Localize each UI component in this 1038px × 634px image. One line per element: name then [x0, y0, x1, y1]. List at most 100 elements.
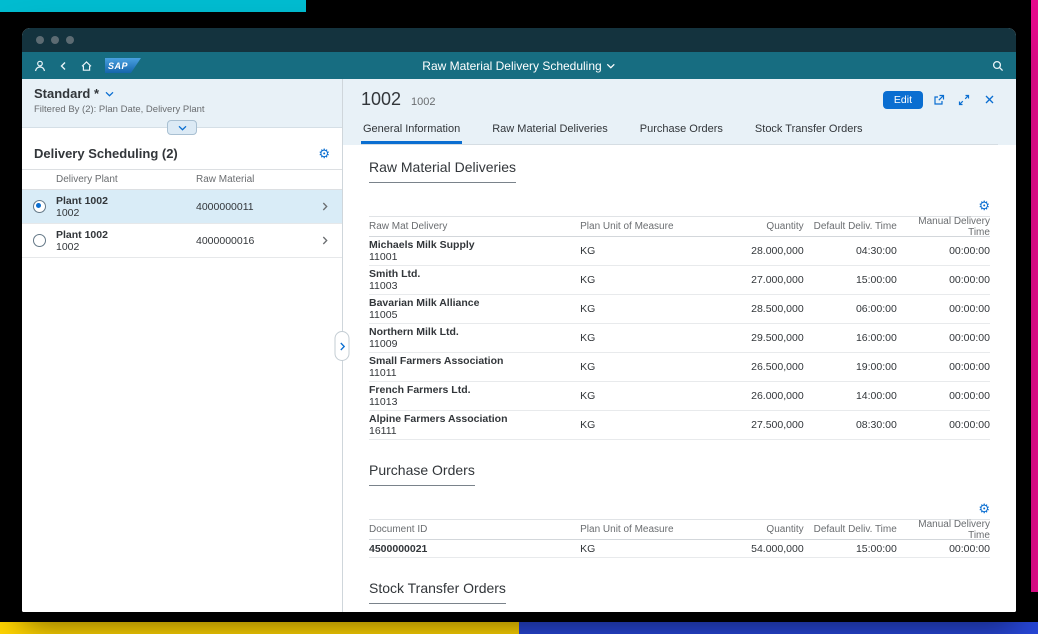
quantity-cell: 29.500,000	[711, 332, 804, 344]
table-row[interactable]: 4500000021 KG 54.000,000 15:00:00 00:00:…	[369, 540, 990, 558]
edit-button[interactable]: Edit	[883, 91, 923, 109]
tab-general-information[interactable]: General Information	[361, 118, 462, 144]
filter-bar-expand-button[interactable]	[167, 120, 197, 135]
back-icon[interactable]	[58, 60, 68, 72]
default-time-cell: 16:00:00	[804, 332, 897, 344]
radio-selected[interactable]	[33, 200, 46, 213]
variant-selector[interactable]: Standard *	[34, 86, 330, 101]
plant-cell: Plant 1002 1002	[56, 229, 196, 253]
master-list-panel: Standard * Filtered By (2): Plan Date, D…	[22, 79, 343, 612]
table-row[interactable]: Smith Ltd.11003 KG 27.000,000 15:00:00 0…	[369, 266, 990, 295]
delivery-cell: French Farmers Ltd.11013	[369, 382, 580, 410]
section-stock-transfer-orders: Stock Transfer Orders ⚙ Document ID Plan…	[369, 580, 990, 612]
user-profile-icon[interactable]	[34, 60, 46, 72]
quantity-cell: 28.000,000	[711, 245, 804, 257]
tab-raw-material-deliveries[interactable]: Raw Material Deliveries	[490, 118, 610, 144]
table-settings-icon[interactable]: ⚙	[978, 502, 990, 515]
supplier-name: Michaels Milk Supply	[369, 239, 580, 251]
chevron-right-icon[interactable]	[314, 236, 336, 245]
variant-title: Standard *	[34, 86, 99, 101]
window-minimize-button[interactable]	[51, 36, 59, 44]
table-row[interactable]: Alpine Farmers Association16111 KG 27.50…	[369, 411, 990, 440]
default-time-cell: 08:30:00	[804, 419, 897, 431]
detail-panel: 1002 1002 Edit	[343, 79, 1016, 612]
radio-unselected[interactable]	[33, 234, 46, 247]
column-header: Plan Unit of Measure	[580, 221, 710, 232]
radio-cell	[22, 234, 56, 247]
table-header-row: Delivery Plant Raw Material	[22, 169, 342, 190]
shell-right-actions	[992, 60, 1004, 72]
column-header: Default Deliv. Time	[804, 524, 897, 535]
quantity-cell: 26.500,000	[711, 361, 804, 373]
tab-stock-transfer-orders[interactable]: Stock Transfer Orders	[753, 118, 865, 144]
fullscreen-icon[interactable]	[955, 91, 973, 109]
supplier-name: Northern Milk Ltd.	[369, 326, 580, 338]
column-header: Manual Delivery Time	[897, 216, 990, 238]
quantity-cell: 28.500,000	[711, 303, 804, 315]
table-settings-icon[interactable]: ⚙	[978, 199, 990, 212]
table-settings-icon[interactable]: ⚙	[318, 147, 330, 160]
delivery-scheduling-table: Delivery Plant Raw Material Plant 1002 1…	[22, 169, 342, 258]
manual-time-cell: 00:00:00	[897, 274, 990, 286]
default-time-cell: 14:00:00	[804, 390, 897, 402]
column-header: Quantity	[711, 524, 804, 535]
raw-material-deliveries-table: Raw Mat Delivery Plan Unit of Measure Qu…	[369, 216, 990, 440]
section-title: Raw Material Deliveries	[369, 159, 516, 183]
uom-cell: KG	[580, 245, 710, 257]
uom-cell: KG	[580, 390, 710, 402]
variant-header: Standard * Filtered By (2): Plan Date, D…	[22, 79, 342, 128]
sap-logo: SAP	[105, 58, 141, 73]
table-row[interactable]: Plant 1002 1002 4000000011	[22, 190, 342, 224]
main-content: Standard * Filtered By (2): Plan Date, D…	[22, 79, 1016, 612]
master-list-body: Delivery Scheduling (2) ⚙ Delivery Plant…	[22, 128, 342, 612]
filtered-by-text: Filtered By (2): Plan Date, Delivery Pla…	[34, 104, 330, 115]
panel-expand-handle[interactable]	[335, 331, 350, 361]
desktop-strip-magenta	[1031, 0, 1038, 592]
object-page-header: 1002 1002 Edit	[343, 79, 1016, 145]
table-toolbar: ⚙	[369, 502, 990, 515]
page-subtitle: 1002	[411, 96, 435, 110]
home-icon[interactable]	[80, 60, 93, 72]
table-row[interactable]: French Farmers Ltd.11013 KG 26.000,000 1…	[369, 382, 990, 411]
window-maximize-button[interactable]	[66, 36, 74, 44]
tab-bar: General Information Raw Material Deliver…	[361, 118, 998, 145]
manual-time-cell: 00:00:00	[897, 303, 990, 315]
section-title: Stock Transfer Orders	[369, 580, 506, 604]
chevron-right-icon[interactable]	[314, 202, 336, 211]
raw-material-cell: 4000000016	[196, 235, 314, 247]
column-header-delivery-plant: Delivery Plant	[56, 174, 196, 186]
supplier-name: Bavarian Milk Alliance	[369, 297, 580, 309]
column-header: Document ID	[369, 522, 580, 538]
quantity-cell: 27.500,000	[711, 419, 804, 431]
table-header-row: Raw Mat Delivery Plan Unit of Measure Qu…	[369, 216, 990, 237]
manual-time-cell: 00:00:00	[897, 361, 990, 373]
desktop-strip-cyan	[0, 0, 306, 12]
uom-cell: KG	[580, 303, 710, 315]
close-icon[interactable]	[980, 91, 998, 109]
tab-purchase-orders[interactable]: Purchase Orders	[638, 118, 725, 144]
list-toolbar: Delivery Scheduling (2) ⚙	[22, 146, 342, 161]
plant-name: Plant 1002	[56, 195, 196, 207]
table-header-row: Document ID Plan Unit of Measure Quantit…	[369, 519, 990, 540]
section-purchase-orders: Purchase Orders ⚙ Document ID Plan Unit …	[369, 462, 990, 558]
table-row[interactable]: Bavarian Milk Alliance11005 KG 28.500,00…	[369, 295, 990, 324]
manual-time-cell: 00:00:00	[897, 245, 990, 257]
window-titlebar	[22, 28, 1016, 52]
quantity-cell: 27.000,000	[711, 274, 804, 286]
app-title-menu[interactable]: Raw Material Delivery Scheduling	[422, 52, 615, 79]
table-row[interactable]: Small Farmers Association11011 KG 26.500…	[369, 353, 990, 382]
window-close-button[interactable]	[36, 36, 44, 44]
manual-time-cell: 00:00:00	[897, 390, 990, 402]
table-row[interactable]: Plant 1002 1002 4000000016	[22, 224, 342, 258]
table-row[interactable]: Northern Milk Ltd.11009 KG 29.500,000 16…	[369, 324, 990, 353]
plant-cell: Plant 1002 1002	[56, 195, 196, 219]
delivery-cell: Alpine Farmers Association16111	[369, 411, 580, 439]
section-title: Purchase Orders	[369, 462, 475, 486]
supplier-name: Smith Ltd.	[369, 268, 580, 280]
table-row[interactable]: Michaels Milk Supply11001 KG 28.000,000 …	[369, 237, 990, 266]
column-header: Plan Unit of Measure	[580, 524, 710, 535]
search-icon[interactable]	[992, 60, 1004, 72]
share-icon[interactable]	[930, 91, 948, 109]
object-title-row: 1002 1002 Edit	[361, 89, 998, 110]
header-actions: Edit	[883, 91, 998, 109]
